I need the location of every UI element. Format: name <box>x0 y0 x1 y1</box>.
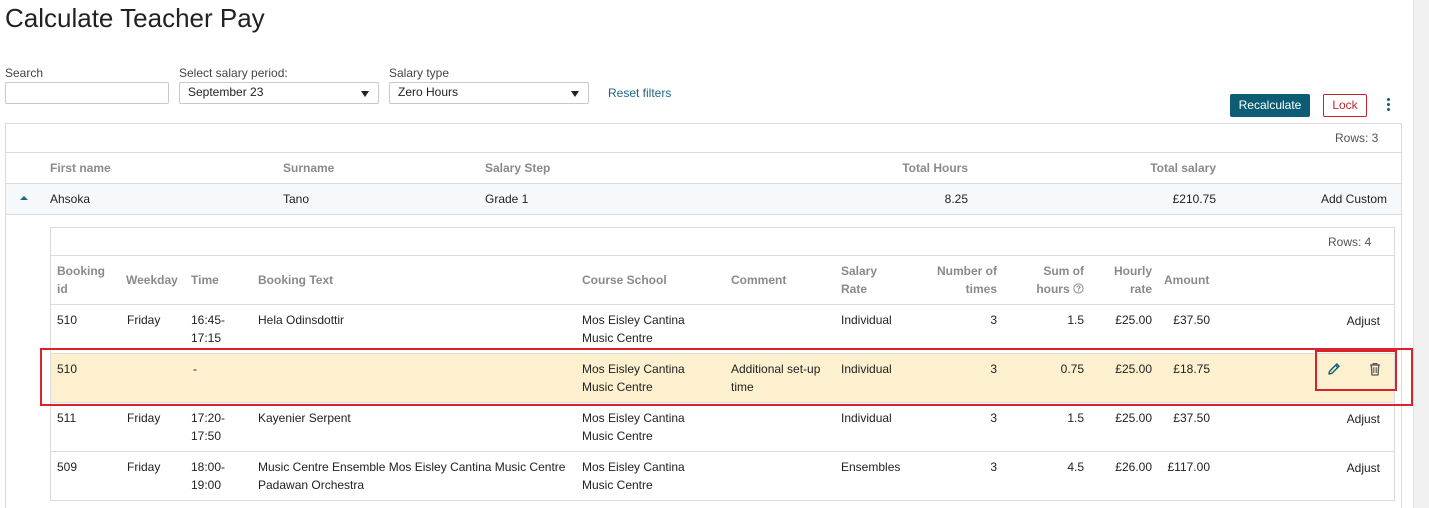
salary-step-cell: Grade 1 <box>485 192 529 206</box>
total-salary-cell: £210.75 <box>1172 192 1216 206</box>
salary-rate-cell: Ensembles <box>841 460 901 474</box>
weekday-cell: Friday <box>127 313 161 327</box>
chevron-down-icon <box>571 91 579 97</box>
reset-filters-link[interactable]: Reset filters <box>608 86 671 100</box>
header-total-hours[interactable]: Total Hours <box>868 161 968 175</box>
header-amount[interactable]: Amount <box>1164 271 1209 289</box>
number-of-times-cell: 3 <box>990 460 997 474</box>
course-school-cell: Mos Eisley Cantina Music Centre <box>582 460 685 492</box>
header-surname[interactable]: Surname <box>283 161 334 175</box>
booking-id-link[interactable]: 510 <box>57 311 77 329</box>
time-cell: 18:00- 19:00 <box>191 460 226 492</box>
number-of-times-cell: 3 <box>990 411 997 425</box>
salary-type-label: Salary type <box>389 66 450 80</box>
salary-rate-cell: Individual <box>841 313 892 327</box>
header-booking-text[interactable]: Booking Text <box>258 271 333 289</box>
weekday-cell: Friday <box>127 411 161 425</box>
header-number-of-times[interactable]: Number of times <box>917 262 997 298</box>
page-title: Calculate Teacher Pay <box>5 3 265 33</box>
booking-id-link[interactable]: 511 <box>57 409 76 427</box>
sum-of-hours-cell: 1.5 <box>1067 313 1084 327</box>
header-time[interactable]: Time <box>191 271 219 289</box>
booking-text-cell: Hela Odinsdottir <box>258 313 345 327</box>
weekday-cell: Friday <box>127 460 161 474</box>
sum-of-hours-cell: 1.5 <box>1067 411 1084 425</box>
header-booking-id[interactable]: Booking id <box>57 262 105 298</box>
recalculate-button[interactable]: Recalculate <box>1230 94 1310 117</box>
booking-text-cell: Music Centre Ensemble Mos Eisley Cantina… <box>258 460 566 492</box>
vertical-scrollbar[interactable] <box>1413 0 1429 508</box>
hourly-rate-cell: £25.00 <box>1115 313 1152 327</box>
annotation-highlight-actions <box>1315 350 1397 391</box>
header-course-school[interactable]: Course School <box>582 271 667 289</box>
surname-cell: Tano <box>283 192 310 206</box>
adjust-link[interactable]: Adjust <box>1300 459 1380 477</box>
header-weekday[interactable]: Weekday <box>126 271 178 289</box>
header-salary-rate[interactable]: Salary Rate <box>841 262 877 298</box>
header-salary-step[interactable]: Salary Step <box>485 161 550 175</box>
total-hours-cell: 8.25 <box>944 192 968 206</box>
time-cell: 17:20- 17:50 <box>191 411 226 443</box>
rows-count: Rows: 3 <box>1335 131 1379 145</box>
course-school-cell: Mos Eisley Cantina Music Centre <box>582 411 685 443</box>
first-name-link[interactable]: Ahsoka <box>50 192 90 206</box>
salary-type-value: Zero Hours <box>398 85 459 99</box>
search-label: Search <box>5 66 44 80</box>
number-of-times-cell: 3 <box>990 313 997 327</box>
header-total-salary[interactable]: Total salary <box>1116 161 1216 175</box>
salary-rate-cell: Individual <box>841 411 892 425</box>
add-custom-link[interactable]: Add Custom <box>1287 192 1387 206</box>
hourly-rate-cell: £25.00 <box>1115 411 1152 425</box>
header-hourly-rate[interactable]: Hourly rate <box>1072 262 1152 298</box>
amount-cell: £117.00 <box>1167 460 1211 474</box>
course-school-cell: Mos Eisley Cantina Music Centre <box>582 313 685 345</box>
booking-text-cell: Kayenier Serpent <box>258 411 351 425</box>
rows-count: Rows: 4 <box>1328 235 1372 249</box>
salary-type-select[interactable]: Zero Hours <box>389 82 589 104</box>
kebab-vertical-icon[interactable] <box>1383 98 1393 112</box>
sum-of-hours-cell: 4.5 <box>1067 460 1084 474</box>
amount-cell: £37.50 <box>1173 411 1210 425</box>
annotation-highlight-row <box>40 348 1413 406</box>
header-first-name[interactable]: First name <box>50 161 111 175</box>
adjust-link[interactable]: Adjust <box>1300 410 1380 428</box>
chevron-down-icon <box>361 91 369 97</box>
time-cell: 16:45- 17:15 <box>191 313 226 345</box>
header-comment[interactable]: Comment <box>731 271 786 289</box>
lock-button[interactable]: Lock <box>1323 94 1367 117</box>
salary-period-select[interactable]: September 23 <box>179 82 379 104</box>
amount-cell: £37.50 <box>1173 313 1210 327</box>
booking-id-link[interactable]: 509 <box>57 458 77 476</box>
hourly-rate-cell: £26.00 <box>1115 460 1152 474</box>
salary-period-label: Select salary period: <box>179 66 288 80</box>
adjust-link[interactable]: Adjust <box>1300 312 1380 330</box>
search-input[interactable] <box>5 82 169 104</box>
salary-period-value: September 23 <box>188 85 264 99</box>
caret-up-icon[interactable] <box>20 195 28 201</box>
